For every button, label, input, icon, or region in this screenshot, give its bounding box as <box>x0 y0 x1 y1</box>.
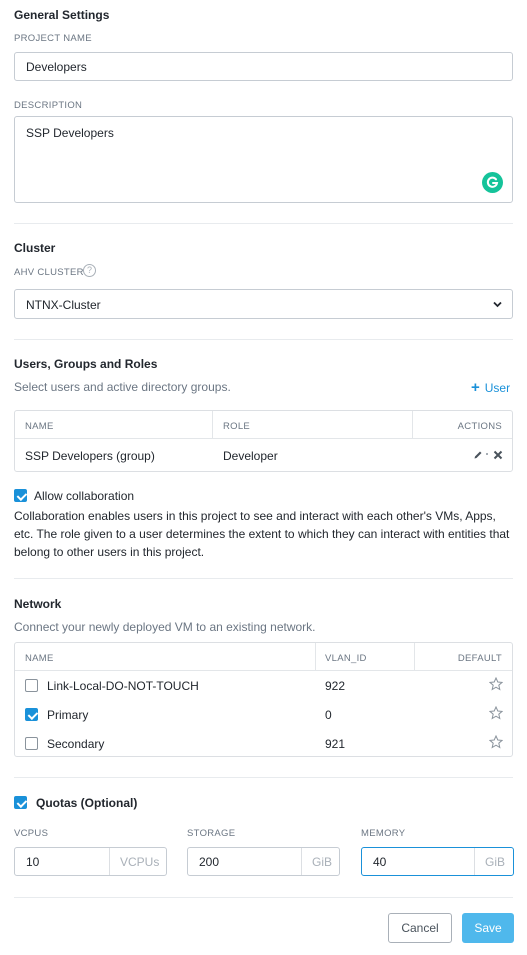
network-row-checkbox[interactable] <box>25 679 38 692</box>
grammarly-icon[interactable] <box>482 172 503 193</box>
column-header-name[interactable]: NAME <box>25 421 54 432</box>
cancel-button[interactable]: Cancel <box>388 913 452 943</box>
plus-icon: + <box>471 379 480 396</box>
description-label: DESCRIPTION <box>14 100 83 111</box>
quotas-label[interactable]: Quotas (Optional) <box>36 796 137 810</box>
project-name-label: PROJECT NAME <box>14 33 92 44</box>
star-icon[interactable] <box>489 735 503 749</box>
memory-unit: GiB <box>474 848 505 875</box>
column-header-role[interactable]: ROLE <box>223 421 250 432</box>
network-table: NAME VLAN_ID DEFAULT Link-Local-DO-NOT-T… <box>14 642 513 757</box>
table-row[interactable]: SSP Developers (group) Developer <box>15 439 512 472</box>
quotas-checkbox[interactable] <box>14 796 27 809</box>
chevron-down-icon <box>493 301 502 308</box>
general-settings-title: General Settings <box>14 8 110 22</box>
network-name: Primary <box>47 708 89 722</box>
storage-label: STORAGE <box>187 828 236 839</box>
collaboration-description: Collaboration enables users in this proj… <box>14 509 510 559</box>
divider <box>14 223 513 224</box>
edit-icon[interactable] <box>473 450 483 460</box>
table-row[interactable]: Link-Local-DO-NOT-TOUCH 922 <box>15 671 512 700</box>
star-icon[interactable] <box>489 706 503 720</box>
cluster-selected-value: NTNX-Cluster <box>26 298 101 312</box>
user-role: Developer <box>223 449 278 463</box>
users-table: NAME ROLE ACTIONS SSP Developers (group)… <box>14 410 513 472</box>
storage-unit: GiB <box>301 848 332 875</box>
network-row-checkbox[interactable] <box>25 708 38 721</box>
column-header-name[interactable]: NAME <box>25 653 54 664</box>
storage-value: 200 <box>199 855 220 869</box>
description-value: SSP Developers <box>26 126 114 140</box>
vcpus-value: 10 <box>26 855 40 869</box>
cluster-title: Cluster <box>14 241 56 255</box>
divider <box>14 897 513 898</box>
allow-collaboration-checkbox[interactable] <box>14 489 27 502</box>
network-vlan: 0 <box>325 708 332 722</box>
users-title: Users, Groups and Roles <box>14 357 158 371</box>
add-user-button[interactable]: + User <box>471 379 511 396</box>
network-name: Link-Local-DO-NOT-TOUCH <box>47 679 199 693</box>
column-header-vlan-id[interactable]: VLAN_ID <box>325 653 367 664</box>
network-subtitle: Connect your newly deployed VM to an exi… <box>14 620 316 634</box>
vcpus-label: VCPUS <box>14 828 49 839</box>
add-user-label: User <box>484 381 511 395</box>
table-row[interactable]: Primary 0 <box>15 700 512 729</box>
help-icon[interactable]: ? <box>83 264 96 277</box>
storage-input[interactable]: 200 GiB <box>187 847 340 876</box>
column-header-actions: ACTIONS <box>457 421 502 432</box>
delete-icon[interactable] <box>493 450 503 460</box>
star-icon[interactable] <box>489 677 503 691</box>
cluster-select[interactable]: NTNX-Cluster <box>14 289 513 319</box>
column-header-default: DEFAULT <box>457 653 502 664</box>
save-button[interactable]: Save <box>462 913 514 943</box>
user-name: SSP Developers (group) <box>25 449 155 463</box>
users-subtitle: Select users and active directory groups… <box>14 380 231 394</box>
network-row-checkbox[interactable] <box>25 737 38 750</box>
divider <box>14 578 513 579</box>
divider <box>14 339 513 340</box>
allow-collaboration-label[interactable]: Allow collaboration <box>34 489 134 503</box>
memory-value: 40 <box>373 855 387 869</box>
project-name-value: Developers <box>26 60 87 74</box>
network-vlan: 921 <box>325 737 346 751</box>
network-name: Secondary <box>47 737 105 751</box>
memory-input[interactable]: 40 GiB <box>361 847 514 876</box>
ahv-cluster-label: AHV CLUSTER <box>14 267 84 278</box>
network-title: Network <box>14 597 62 611</box>
table-row[interactable]: Secondary 921 <box>15 729 512 757</box>
network-vlan: 922 <box>325 679 346 693</box>
vcpus-unit: VCPUs <box>109 848 159 875</box>
description-textarea[interactable]: SSP Developers <box>14 116 513 203</box>
project-name-input[interactable]: Developers <box>14 52 513 81</box>
divider <box>14 777 513 778</box>
memory-label: MEMORY <box>361 828 406 839</box>
vcpus-input[interactable]: 10 VCPUs <box>14 847 167 876</box>
